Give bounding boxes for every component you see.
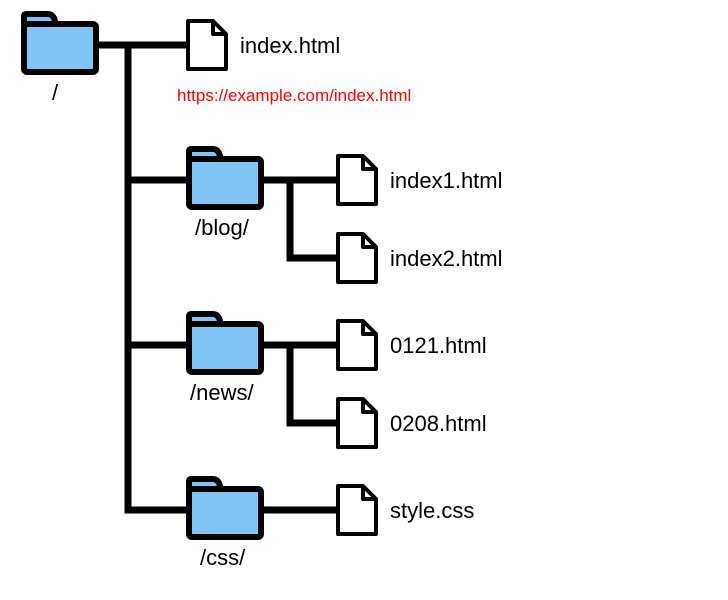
file-blog-1 (335, 231, 379, 285)
folder-icon (185, 475, 265, 541)
blog-folder-label: /blog/ (195, 215, 249, 241)
file-css-0-label: style.css (390, 498, 474, 524)
file-icon (335, 396, 379, 450)
file-index-label: index.html (240, 33, 340, 59)
file-blog-1-label: index2.html (390, 246, 503, 272)
file-icon (335, 231, 379, 285)
file-news-1-label: 0208.html (390, 411, 487, 437)
file-icon (185, 18, 229, 72)
file-blog-0-label: index1.html (390, 168, 503, 194)
file-css-0 (335, 483, 379, 537)
file-news-1 (335, 396, 379, 450)
file-icon (335, 153, 379, 207)
url-note: https://example.com/index.html (177, 86, 411, 106)
root-folder-label: / (52, 80, 58, 106)
file-news-0 (335, 318, 379, 372)
blog-folder (185, 145, 265, 211)
file-news-0-label: 0121.html (390, 333, 487, 359)
css-folder-label: /css/ (200, 545, 245, 571)
news-folder-label: /news/ (190, 380, 254, 406)
file-icon (335, 483, 379, 537)
folder-icon (20, 10, 100, 76)
root-folder (20, 10, 100, 76)
folder-icon (185, 145, 265, 211)
file-index (185, 18, 229, 72)
file-blog-0 (335, 153, 379, 207)
file-icon (335, 318, 379, 372)
folder-icon (185, 310, 265, 376)
css-folder (185, 475, 265, 541)
news-folder (185, 310, 265, 376)
